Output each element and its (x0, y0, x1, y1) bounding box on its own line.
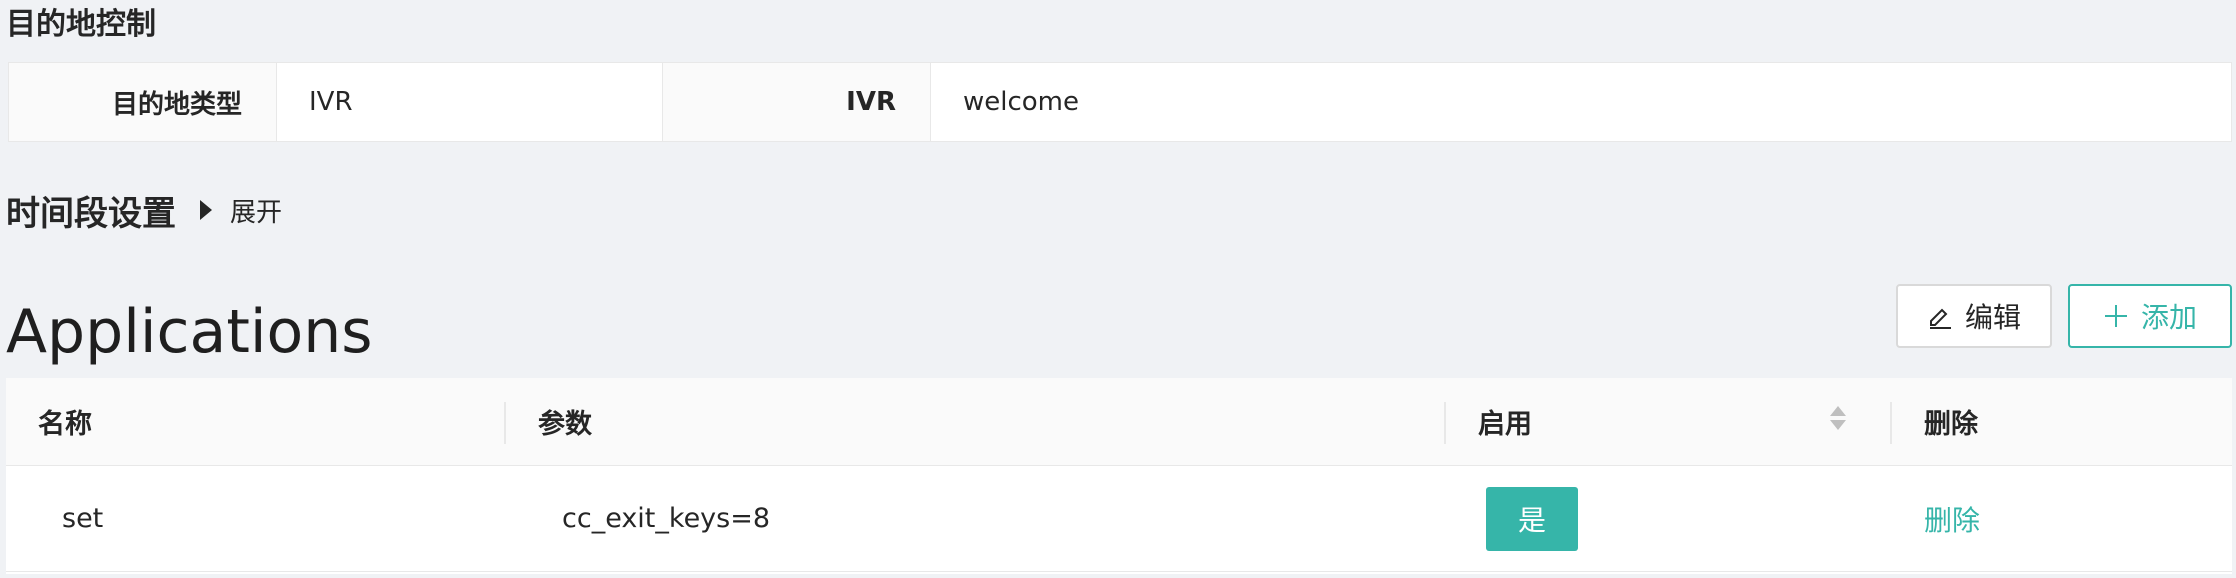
plus-icon (2104, 305, 2127, 327)
table-row: set cc_exit_keys=8 是 删除 (6, 466, 2232, 572)
caret-right-icon[interactable] (200, 200, 212, 220)
cell-enabled: 是 (1446, 466, 1892, 571)
edit-button[interactable]: 编辑 (1896, 284, 2052, 348)
time-section-title: 时间段设置 (6, 193, 176, 234)
destination-type-value: IVR (277, 63, 663, 141)
sort-icon[interactable] (1830, 406, 1846, 430)
edit-icon (1929, 308, 1951, 329)
edit-button-label: 编辑 (1964, 301, 2021, 334)
cell-params: cc_exit_keys=8 (562, 503, 771, 534)
column-header-name: 名称 (6, 378, 506, 465)
ivr-label: IVR (663, 63, 931, 141)
applications-title: Applications (6, 297, 373, 367)
column-header-params: 参数 (506, 378, 1446, 465)
page: 目的地控制 目的地类型 IVR IVR welcome 时间段设置 展开 App… (0, 0, 2236, 578)
column-header-enabled[interactable]: 启用 (1446, 378, 1892, 465)
cell-delete: 删除 (1892, 466, 2232, 571)
enabled-badge[interactable]: 是 (1486, 486, 1578, 551)
destination-section-title: 目的地控制 (6, 7, 156, 42)
table-header: 名称 参数 启用 删除 (6, 378, 2232, 466)
ivr-value: welcome (931, 63, 2231, 141)
applications-table: 名称 参数 启用 删除 set cc_exit_keys=8 是 删除 (6, 378, 2232, 574)
destination-descriptions: 目的地类型 IVR IVR welcome (8, 62, 2232, 142)
add-button[interactable]: 添加 (2068, 284, 2232, 348)
expand-toggle[interactable]: 展开 (230, 192, 282, 229)
add-button-label: 添加 (2140, 301, 2197, 334)
column-header-delete: 删除 (1924, 409, 1978, 440)
time-section-header: 时间段设置 展开 (6, 184, 282, 236)
cell-name: set (62, 503, 104, 534)
destination-type-label: 目的地类型 (9, 63, 277, 141)
delete-link[interactable]: 删除 (1924, 499, 1980, 539)
